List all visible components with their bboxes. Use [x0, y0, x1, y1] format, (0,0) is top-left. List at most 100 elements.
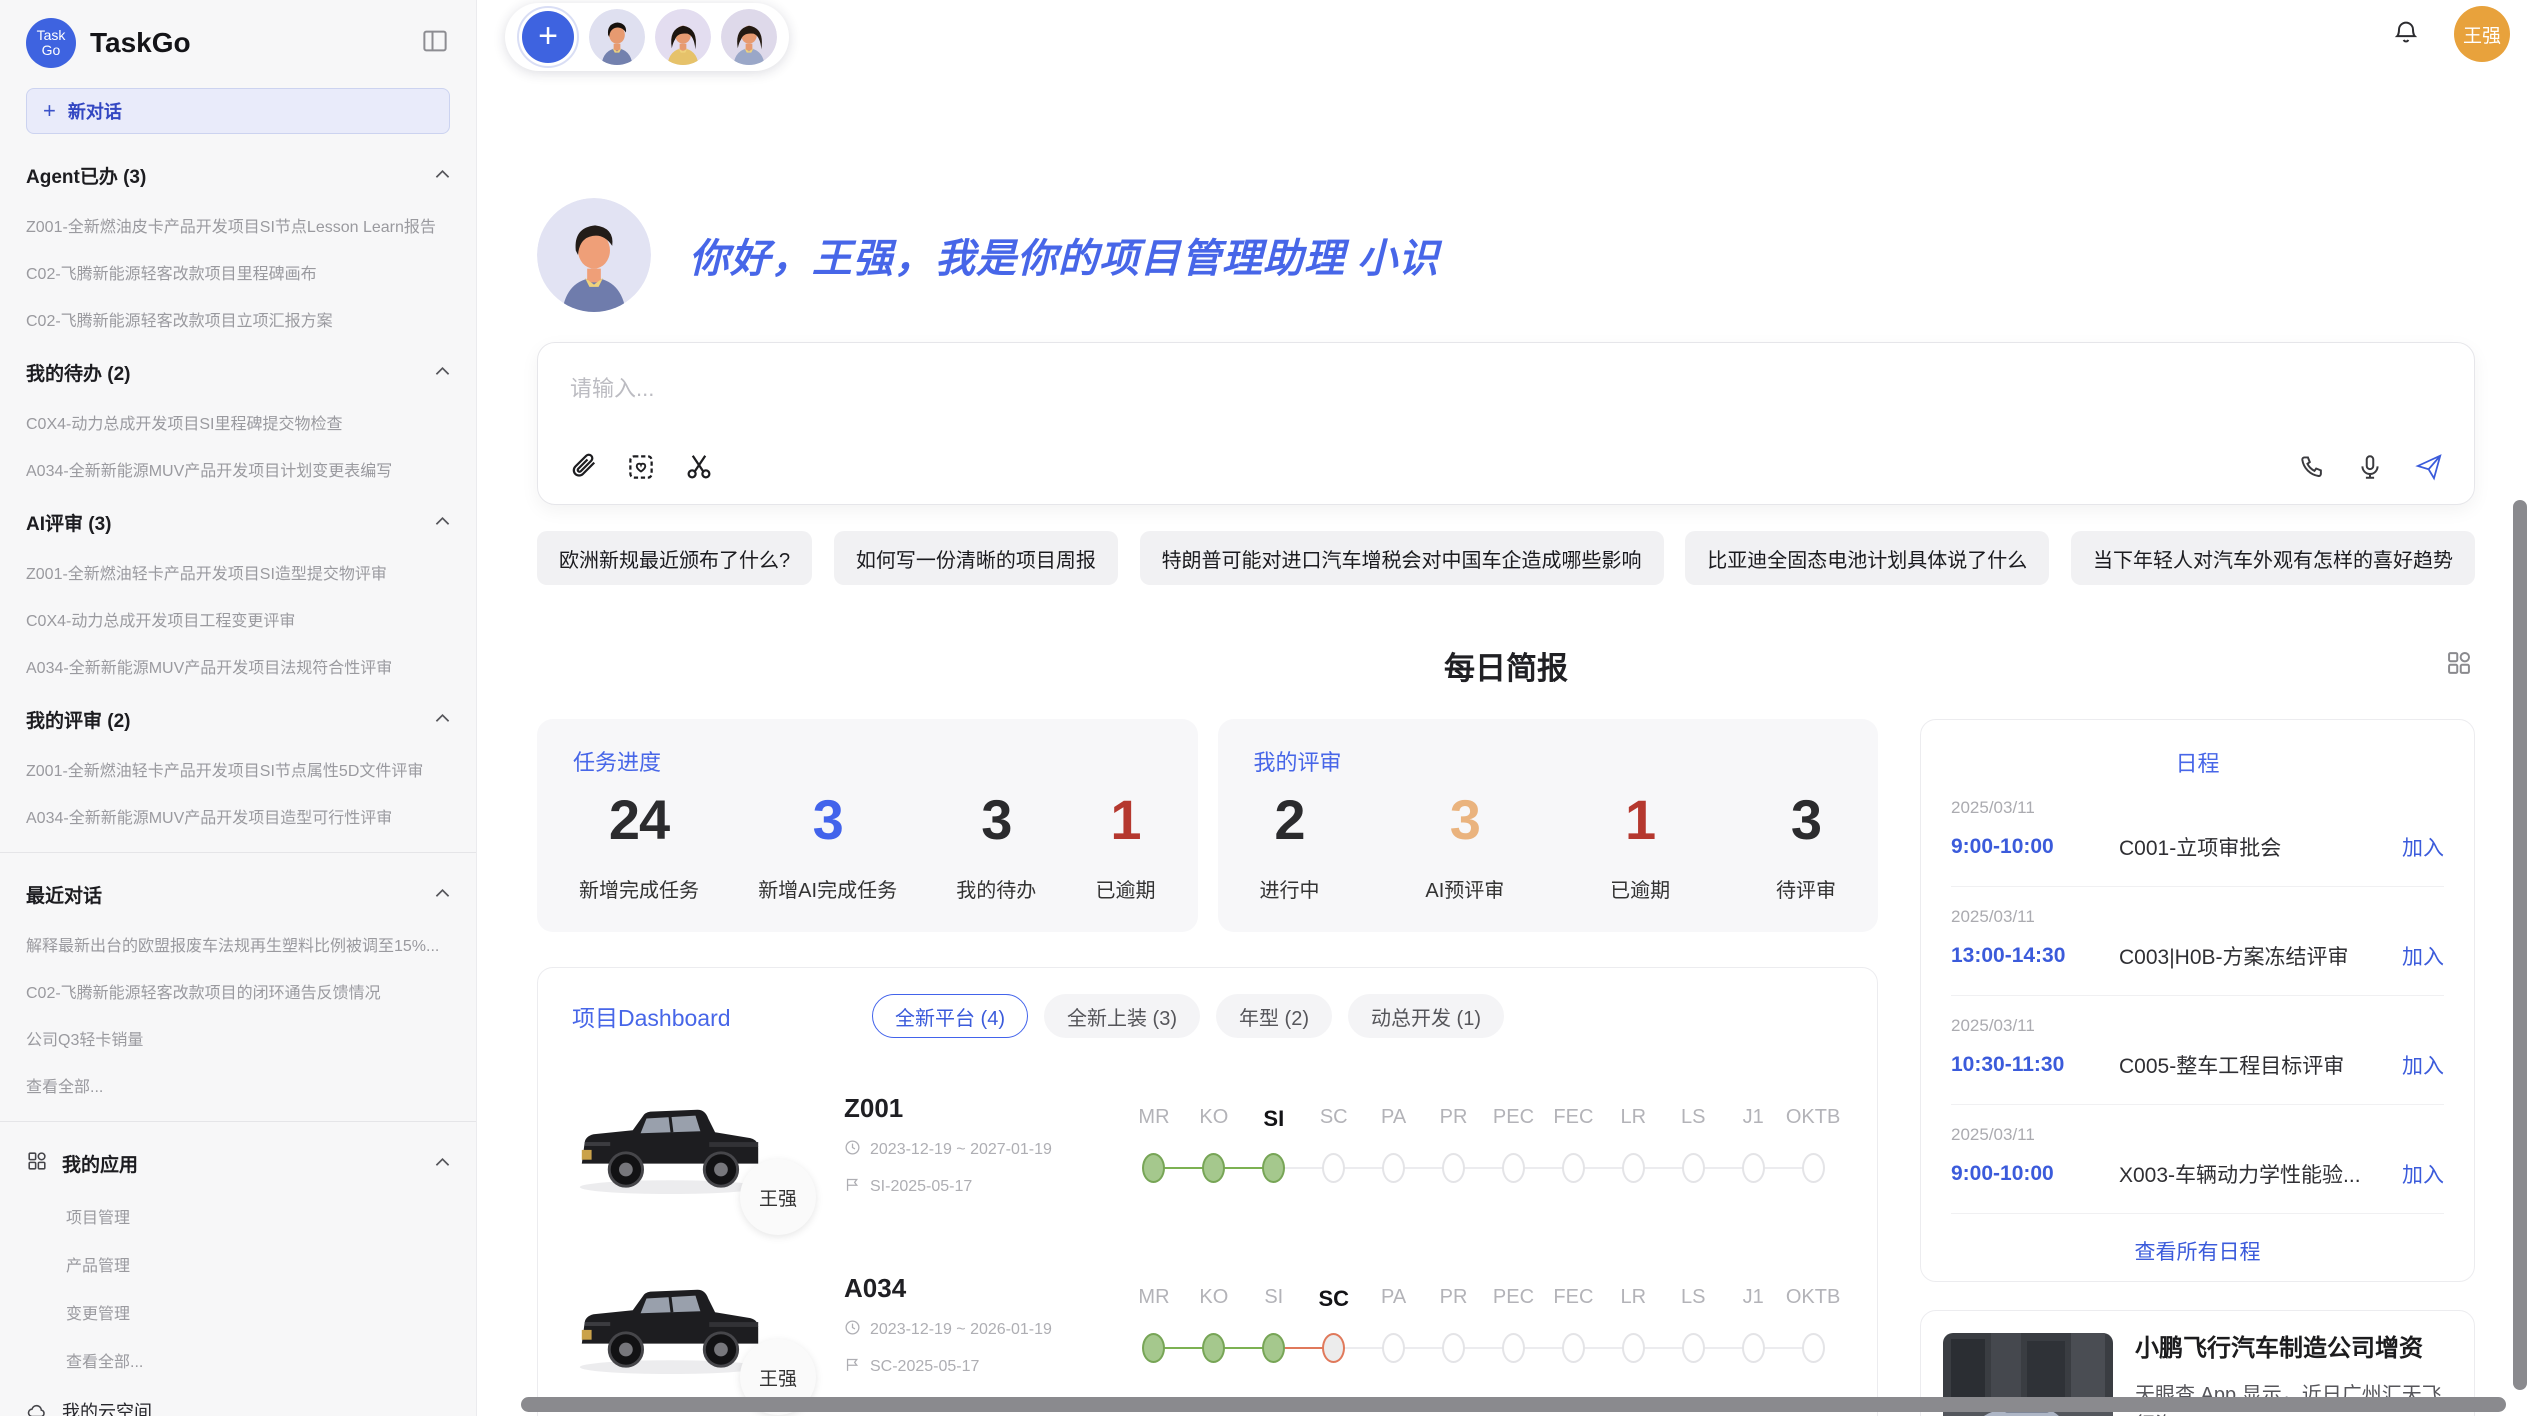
milestone-dot-FEC	[1562, 1153, 1585, 1183]
dashboard-tab-1[interactable]: 全新上装 (3)	[1044, 994, 1200, 1038]
recent-chat-item[interactable]: 解释最新出台的欧盟报废车法规再生塑料比例被调至15%...	[26, 932, 450, 956]
app-item[interactable]: 项目管理	[26, 1204, 450, 1228]
dashboard-tab-2[interactable]: 年型 (2)	[1216, 994, 1332, 1038]
milestone-dot-LR	[1622, 1153, 1645, 1183]
project-vehicle-image: 王强	[572, 1273, 788, 1377]
horizontal-scrollbar[interactable]	[521, 1397, 2506, 1412]
sidebar-section-recent[interactable]: 最近对话	[26, 879, 450, 909]
app-title: TaskGo	[90, 27, 406, 59]
stat-value: 3	[1425, 787, 1504, 852]
briefing-layout-icon[interactable]	[2445, 649, 2473, 682]
recent-chat-item[interactable]: 公司Q3轻卡销量	[26, 1026, 450, 1050]
sidebar-task-item[interactable]: Z001-全新燃油皮卡产品开发项目SI节点Lesson Learn报告	[26, 213, 450, 237]
phone-icon[interactable]	[2298, 453, 2326, 481]
chevron-up-icon[interactable]	[435, 1154, 450, 1172]
stat-label: 我的待办	[956, 874, 1036, 903]
agent-avatar-3[interactable]	[721, 9, 777, 65]
main-area: +	[477, 0, 2532, 1416]
chevron-up-icon[interactable]	[435, 513, 450, 531]
schedule-date: 2025/03/11	[1951, 1125, 2444, 1145]
chevron-up-icon[interactable]	[435, 166, 450, 184]
suggestion-chip[interactable]: 如何写一份清晰的项目周报	[834, 531, 1118, 585]
chevron-up-icon[interactable]	[435, 710, 450, 728]
app-item[interactable]: 产品管理	[26, 1252, 450, 1276]
sidebar-collapse-icon[interactable]	[420, 26, 450, 61]
schedule-join-link[interactable]: 加入	[2402, 1050, 2444, 1080]
my-apps-header[interactable]: 我的应用	[26, 1146, 450, 1180]
milestone-label-SC: SC	[1304, 1286, 1364, 1312]
sidebar-section-1[interactable]: 我的待办 (2)	[26, 357, 450, 387]
sidebar-link-cloud[interactable]: 我的云空间	[26, 1398, 450, 1416]
milestone-label-KO: KO	[1184, 1106, 1244, 1132]
divider	[0, 852, 476, 853]
sidebar-section-0[interactable]: Agent已办 (3)	[26, 160, 450, 190]
milestone-label-MR: MR	[1124, 1106, 1184, 1132]
project-row[interactable]: 王强 A034 2023-12-19 ~ 2026-01-19 SC-2025-…	[572, 1252, 1843, 1398]
sidebar-section-2[interactable]: AI评审 (3)	[26, 507, 450, 537]
chat-input-card[interactable]: 请输入...	[537, 342, 2475, 505]
milestone-dot-PEC	[1502, 1153, 1525, 1183]
notification-bell-icon[interactable]	[2392, 18, 2420, 51]
app-logo: Task Go	[26, 18, 76, 68]
agent-avatar-1[interactable]	[589, 9, 645, 65]
schedule-join-link[interactable]: 加入	[2402, 832, 2444, 862]
agent-avatar-2[interactable]	[655, 9, 711, 65]
daily-briefing-header: 每日简报	[537, 643, 2475, 687]
sidebar-task-item[interactable]: Z001-全新燃油轻卡产品开发项目SI造型提交物评审	[26, 560, 450, 584]
news-title: 小鹏飞行汽车制造公司增资	[2135, 1333, 2452, 1364]
view-all-schedule-link[interactable]: 查看所有日程	[1951, 1213, 2444, 1288]
stat: 3 待评审	[1776, 787, 1836, 903]
sidebar-task-item[interactable]: C02-飞腾新能源轻客改款项目立项汇报方案	[26, 307, 450, 331]
stat: 3 我的待办	[956, 787, 1036, 903]
send-icon[interactable]	[2414, 452, 2444, 482]
milestone-label-KO: KO	[1184, 1286, 1244, 1312]
recent-chat-item[interactable]: C02-飞腾新能源轻客改款项目的闭环通告反馈情况	[26, 979, 450, 1003]
milestone-label-SC: SC	[1304, 1106, 1364, 1132]
milestone-label-FEC: FEC	[1543, 1286, 1603, 1312]
sidebar-task-item[interactable]: C0X4-动力总成开发项目工程变更评审	[26, 607, 450, 631]
schedule-join-link[interactable]: 加入	[2402, 941, 2444, 971]
app-item[interactable]: 变更管理	[26, 1300, 450, 1324]
milestone-dot-FEC	[1562, 1333, 1585, 1363]
clock-icon	[844, 1139, 861, 1161]
milestone-dot-OKTB	[1802, 1153, 1825, 1183]
dashboard-tab-3[interactable]: 动总开发 (1)	[1348, 994, 1504, 1038]
chevron-up-icon[interactable]	[435, 363, 450, 381]
suggestion-chip[interactable]: 欧洲新规最近颁布了什么?	[537, 531, 812, 585]
project-next-milestone: SI-2025-05-17	[870, 1178, 972, 1196]
scissors-icon[interactable]	[684, 452, 714, 482]
project-row[interactable]: 王强 Z001 2023-12-19 ~ 2027-01-19 SI-2025-…	[572, 1072, 1843, 1218]
sidebar-task-item[interactable]: A034-全新新能源MUV产品开发项目造型可行性评审	[26, 804, 450, 828]
new-chat-button[interactable]: + 新对话	[26, 88, 450, 134]
dashboard-tab-0[interactable]: 全新平台 (4)	[872, 994, 1028, 1038]
suggestion-chip[interactable]: 比亚迪全固态电池计划具体说了什么	[1685, 531, 2049, 585]
schedule-name: C003|H0B-方案冻结评审	[2119, 941, 2402, 971]
suggestion-chip[interactable]: 特朗普可能对进口汽车增税会对中国车企造成哪些影响	[1140, 531, 1664, 585]
chat-input-placeholder: 请输入...	[570, 371, 2442, 403]
milestone-label-SI: SI	[1244, 1106, 1304, 1132]
sidebar-section-3[interactable]: 我的评审 (2)	[26, 704, 450, 734]
assistant-avatar	[537, 198, 651, 312]
attachment-icon[interactable]	[568, 452, 598, 482]
schedule-join-link[interactable]: 加入	[2402, 1159, 2444, 1189]
milestone-label-FEC: FEC	[1543, 1106, 1603, 1132]
project-owner-badge: 王强	[740, 1159, 816, 1235]
stat-label: 新增AI完成任务	[758, 874, 897, 903]
user-avatar[interactable]: 王强	[2454, 6, 2510, 62]
milestone-label-PR: PR	[1424, 1286, 1484, 1312]
sidebar-task-item[interactable]: A034-全新新能源MUV产品开发项目计划变更表编写	[26, 457, 450, 481]
image-icon[interactable]	[626, 452, 656, 482]
chevron-up-icon[interactable]	[435, 885, 450, 903]
suggestion-chip[interactable]: 当下年轻人对汽车外观有怎样的喜好趋势	[2071, 531, 2475, 585]
add-agent-button[interactable]: +	[522, 11, 574, 63]
vertical-scrollbar[interactable]	[2513, 500, 2527, 1390]
microphone-icon[interactable]	[2356, 453, 2384, 481]
sidebar-task-item[interactable]: C02-飞腾新能源轻客改款项目里程碑画布	[26, 260, 450, 284]
sidebar-task-item[interactable]: Z001-全新燃油轻卡产品开发项目SI节点属性5D文件评审	[26, 757, 450, 781]
milestone-dot-SC	[1322, 1333, 1345, 1363]
app-item[interactable]: 查看全部...	[26, 1348, 450, 1372]
sidebar-task-item[interactable]: A034-全新新能源MUV产品开发项目法规符合性评审	[26, 654, 450, 678]
sidebar-task-item[interactable]: C0X4-动力总成开发项目SI里程碑提交物检查	[26, 410, 450, 434]
recent-chat-item[interactable]: 查看全部...	[26, 1073, 450, 1097]
stat-value: 3	[956, 787, 1036, 852]
